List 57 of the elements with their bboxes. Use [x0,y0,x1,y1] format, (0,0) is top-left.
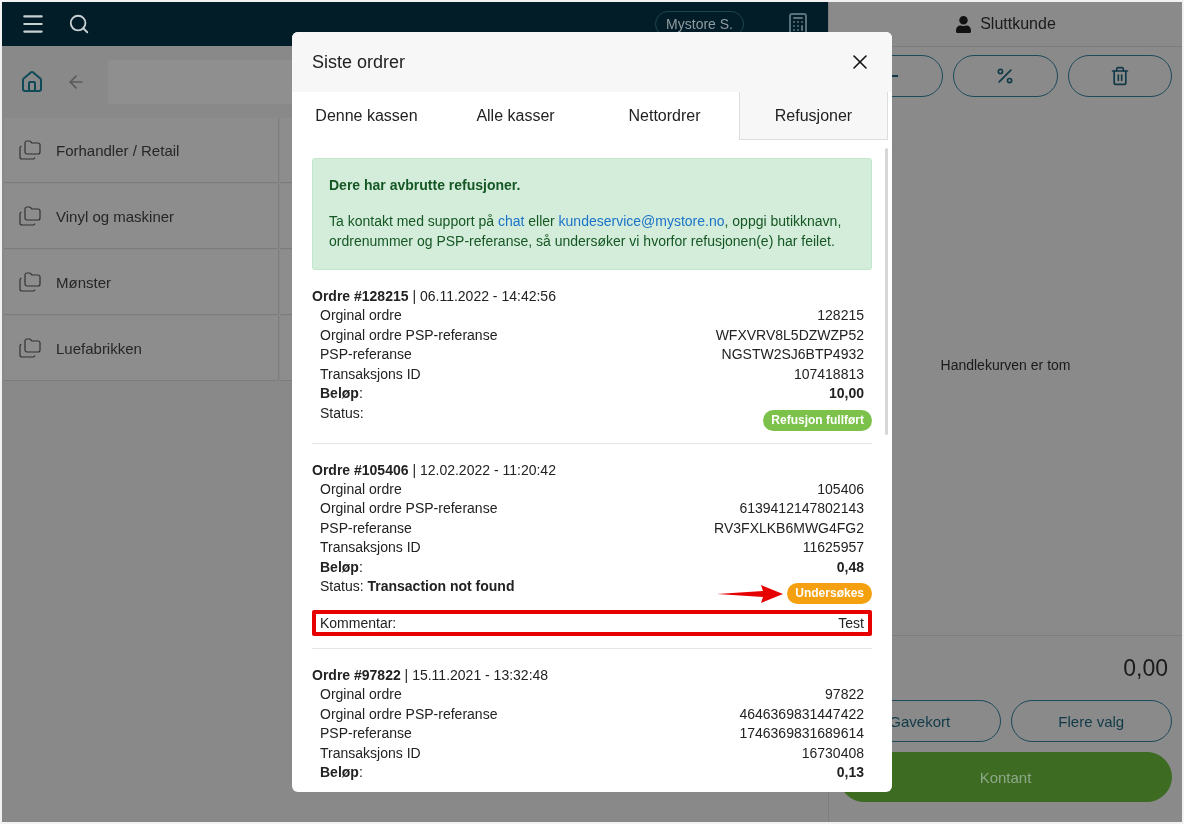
status-badge: Undersøkes [787,583,872,604]
tab[interactable]: Refusjoner [739,92,888,140]
field-label: Orginal ordre [320,685,402,704]
user-icon [955,15,973,33]
field-label: Transaksjons ID [320,538,421,557]
customer-name[interactable]: Sluttkunde [980,15,1056,33]
link[interactable]: kundeservice@mystore.no [558,213,725,229]
field-value: 10,00 [828,384,864,403]
alert-title: Dere har avbrutte refusjoner. [329,177,522,193]
search-icon[interactable] [68,13,90,35]
status-badge: Refusjon fullført [763,409,872,431]
dialog-title: Siste ordrer [312,51,406,73]
scrollbar[interactable] [885,148,888,435]
field-value: 107418813 [793,364,864,384]
total-amount: 0,00 [1123,654,1168,682]
status-label: Status: Transaction not found [320,577,515,596]
folder-icon [18,138,42,162]
order-header: Ordre #97822 | 15.11.2021 - 13:32:48 [312,666,550,685]
field-label: Orginal ordre PSP-referanse [320,499,498,518]
field-label: Transaksjons ID [320,743,421,763]
field-value: NGSTW2SJ6BTP4932 [721,345,864,364]
category-tile[interactable]: Vinyl og maskiner [4,184,278,248]
field-label: Orginal ordre PSP-referanse [320,704,498,724]
field-label: Beløp: [320,763,363,782]
field-value: 0,13 [836,763,864,782]
field-label: PSP-referanse [320,518,412,538]
status-label: Status: [320,403,364,423]
comment-value: Test [838,614,864,632]
order-header: Ordre #105406 | 12.02.2022 - 11:20:42 [312,460,557,480]
empty-cart-message: Handlekurven er tom [940,357,1071,373]
field-value: RV3FXLKB6MWG4FG2 [714,518,864,538]
field-value: WFXVRV8L5DZWZP52 [715,325,864,345]
field-value: 6139412147802143 [739,499,864,518]
category-tile[interactable]: Luefabrikken [4,316,278,380]
category-tile[interactable]: Mønster [4,250,278,314]
field-label: Orginal ordre [320,306,402,325]
alert-message: Ta kontakt med support på chat eller kundeservice@mystore.no, oppgi butikknavn, ordrenummer og PSP-referanse, så undersøker vi hvorfor refusjonen(e) har feilet. [329,212,843,251]
comment-label: Kommentar: [320,614,397,632]
field-label: Orginal ordre PSP-referanse [320,325,498,345]
folder-icon [18,270,42,294]
trash-icon [1109,66,1130,86]
field-value: 105406 [817,479,864,499]
link[interactable]: chat [497,213,525,229]
field-value: 0,48 [836,557,864,577]
field-label: Beløp: [320,384,363,403]
field-label: PSP-referanse [320,345,412,364]
field-label: Orginal ordre [320,479,402,499]
folder-icon [18,336,42,360]
folder-icon [18,204,42,228]
field-label: PSP-referanse [320,724,412,743]
field-label: Beløp: [320,557,363,577]
field-value: 11625957 [802,538,864,557]
category-tile[interactable]: Forhandler / Retail [4,118,278,182]
order-header: Ordre #128215 | 06.11.2022 - 14:42:56 [312,287,557,306]
field-value: 128215 [817,306,864,325]
field-label: Transaksjons ID [320,364,421,384]
home-icon[interactable] [20,70,44,94]
